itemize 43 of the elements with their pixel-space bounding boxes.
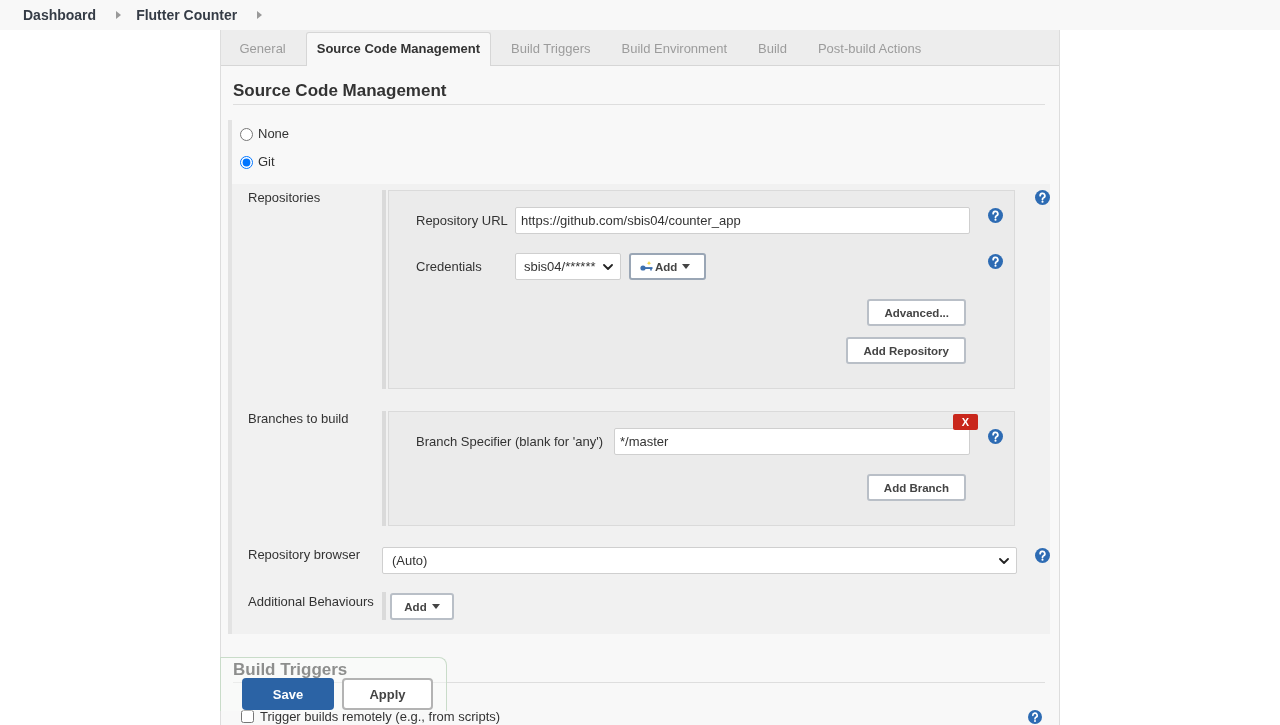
form-button[interactable]: Add Repository	[846, 337, 966, 364]
select-field[interactable]: (Auto)	[382, 547, 1017, 574]
checkbox[interactable]	[241, 710, 254, 723]
radio-label: None	[258, 126, 290, 142]
caret-right-icon	[116, 11, 122, 19]
field-label: Repository browser	[248, 547, 361, 563]
chevron-down-icon	[999, 557, 1009, 564]
help-icon[interactable]	[988, 208, 1003, 223]
field-label: Credentials	[416, 258, 483, 275]
form-button[interactable]: Add Branch	[866, 474, 966, 501]
delete-button[interactable]: X	[953, 414, 978, 430]
select-field[interactable]: sbis04/******	[515, 253, 621, 280]
key-icon	[640, 261, 653, 272]
field-label: Repositories	[248, 190, 322, 206]
breadcrumb-link[interactable]: Flutter Counter	[136, 6, 238, 24]
add-button[interactable]: Add	[390, 593, 454, 620]
caret-right-icon	[257, 11, 263, 19]
caret-down-icon	[431, 604, 440, 609]
help-icon[interactable]	[1028, 709, 1042, 724]
tab[interactable]: Source Code Management	[305, 32, 491, 66]
input-field[interactable]: */master	[614, 428, 970, 455]
input-field[interactable]: https://github.com/sbis04/counter_app	[515, 207, 970, 234]
field-label: Branch Specifier (blank for 'any')	[416, 433, 605, 450]
field-label: Branches to build	[248, 411, 350, 427]
apply-button[interactable]: Apply	[342, 678, 433, 710]
section-heading: Source Code Management	[233, 80, 447, 102]
checkbox-label: Trigger builds remotely (e.g., from scripts)	[260, 710, 501, 723]
radio-label: Git	[258, 154, 275, 170]
help-icon[interactable]	[988, 429, 1003, 444]
radio-button[interactable]	[240, 155, 253, 169]
add-button[interactable]: Add	[629, 253, 706, 280]
caret-down-icon	[682, 264, 691, 269]
breadcrumb-link[interactable]: Dashboard	[23, 6, 97, 24]
help-icon[interactable]	[1035, 548, 1050, 563]
section-heading: Build Triggers	[233, 659, 348, 681]
chevron-down-icon	[603, 263, 613, 270]
field-label: Additional Behaviours	[248, 594, 375, 610]
help-icon[interactable]	[1035, 190, 1050, 205]
field-label: Repository URL	[416, 212, 509, 229]
save-button[interactable]: Save	[242, 678, 334, 710]
help-icon[interactable]	[988, 254, 1003, 269]
radio-button[interactable]	[240, 127, 253, 141]
form-button[interactable]: Advanced...	[867, 299, 966, 326]
